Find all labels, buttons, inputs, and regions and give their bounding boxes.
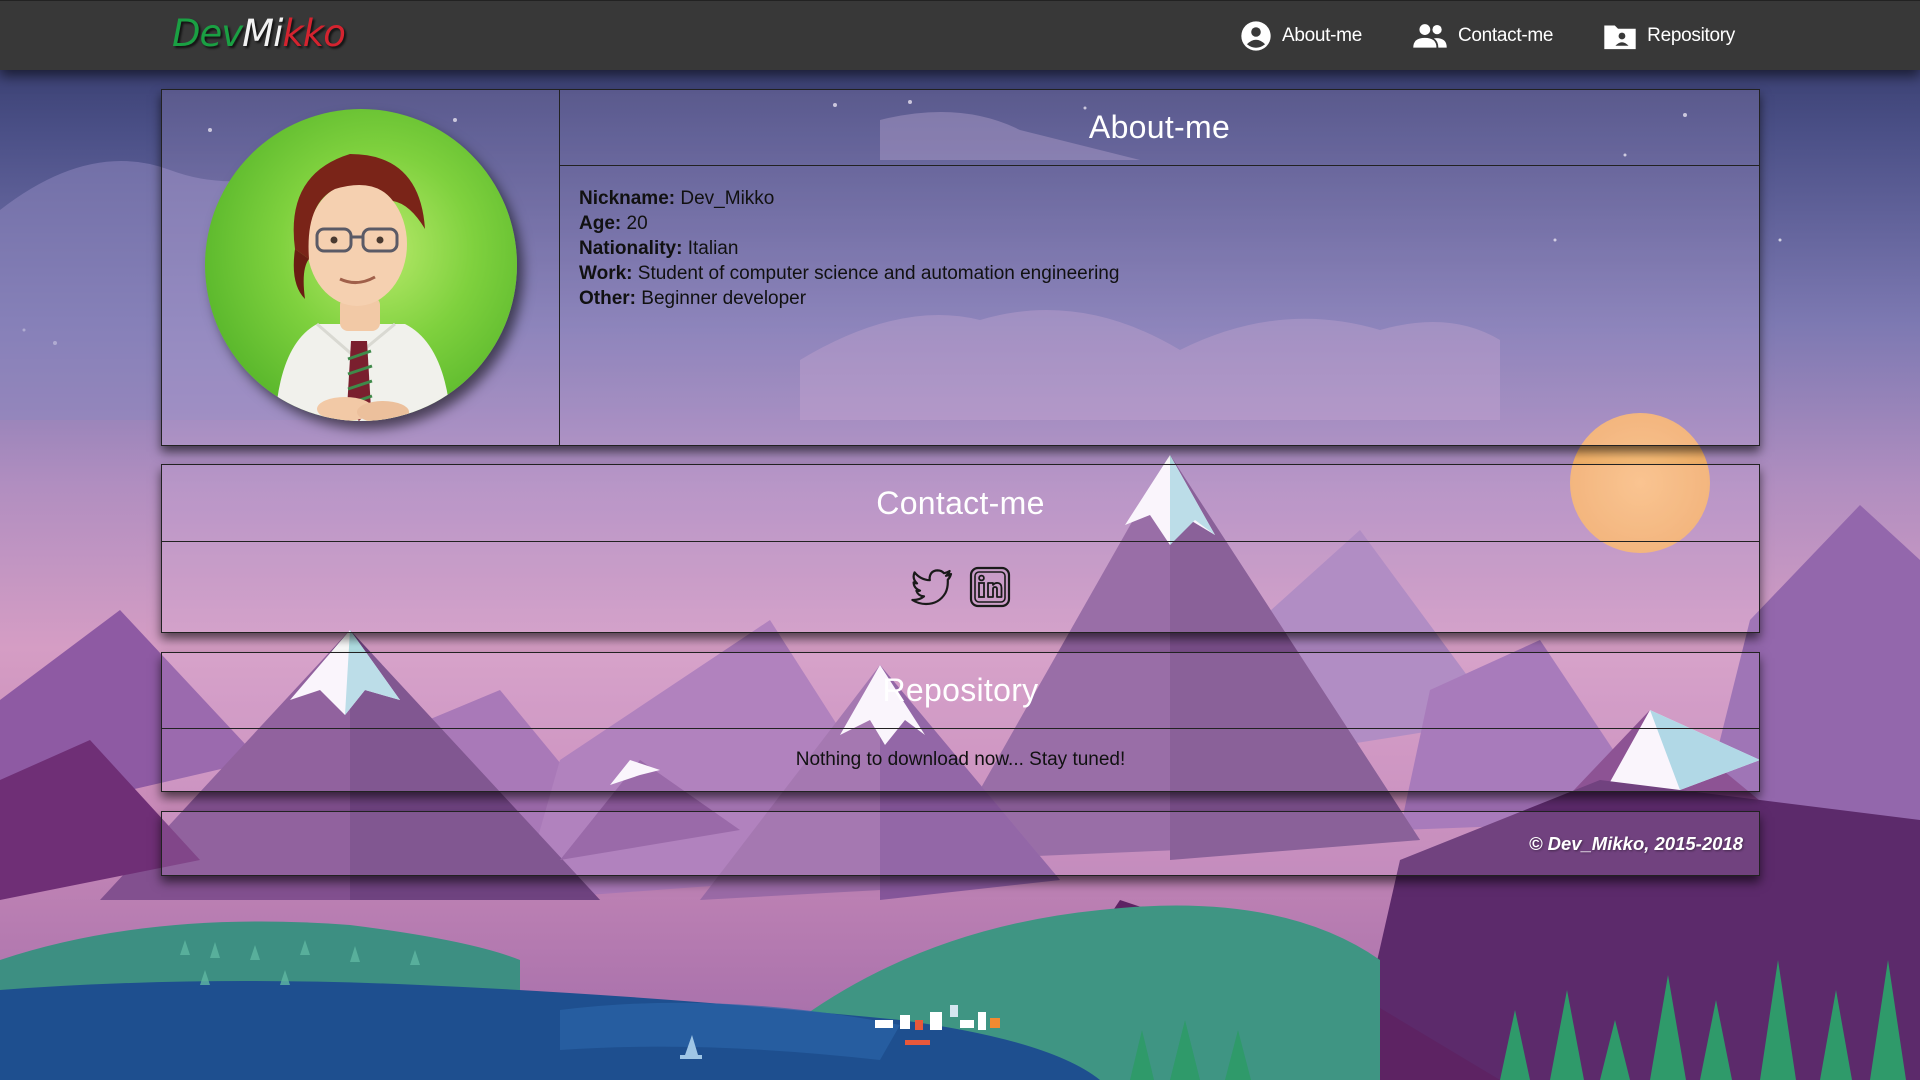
nav-item-repository[interactable]: Repository	[1603, 21, 1735, 51]
repository-message: Nothing to download now... Stay tuned!	[795, 749, 1126, 770]
info-value: Italian	[687, 238, 739, 259]
info-value: Beginner developer	[641, 288, 807, 309]
brand-logo-part-dev: Dev	[172, 12, 243, 55]
nav-links: About-me Contact-me Repository	[1240, 1, 1735, 70]
info-row-nickname: Nickname: Dev_Mikko	[579, 186, 1759, 211]
info-row-work: Work: Student of computer science and au…	[579, 261, 1759, 286]
repository-panel: Repository Nothing to download now... St…	[161, 652, 1760, 792]
footer-panel: © Dev_Mikko, 2015-2018	[161, 811, 1760, 876]
info-key: Nickname:	[579, 188, 676, 209]
brand-logo-part-kko: kko	[282, 12, 345, 55]
copyright-text: © Dev_Mikko, 2015-2018	[1528, 833, 1743, 854]
twitter-icon	[910, 569, 952, 606]
info-key: Nationality:	[579, 238, 683, 259]
account-circle-icon	[1241, 20, 1271, 51]
twitter-link[interactable]	[910, 565, 954, 609]
info-key: Age:	[579, 213, 622, 234]
avatar-column	[162, 90, 560, 445]
nav-item-repository-label: Repository	[1647, 24, 1735, 46]
brand-logo-part-mi: Mi	[242, 12, 283, 55]
linkedin-link[interactable]	[968, 565, 1012, 609]
about-content: About-me Nickname: Dev_Mikko Age: 20 Nat…	[560, 90, 1759, 445]
info-row-nationality: Nationality: Italian	[579, 236, 1759, 261]
nav-item-contact-me-label: Contact-me	[1457, 24, 1554, 46]
contact-me-title: Contact-me	[876, 485, 1045, 521]
repository-title: Repository	[882, 672, 1039, 708]
nav-item-about-me-label: About-me	[1281, 24, 1362, 46]
nav-item-contact-me[interactable]: Contact-me	[1412, 20, 1553, 52]
info-row-other: Other: Beginner developer	[579, 286, 1759, 311]
info-key: Work:	[579, 263, 633, 284]
social-links	[162, 542, 1759, 609]
brand-logo[interactable]: DevMikko	[172, 11, 346, 57]
info-value: 20	[626, 213, 648, 234]
linkedin-icon	[969, 566, 1010, 608]
avatar	[205, 109, 517, 421]
info-value: Student of computer science and automati…	[637, 263, 1120, 284]
info-key: Other:	[579, 288, 636, 309]
about-me-title: About-me	[1088, 109, 1231, 145]
contact-me-panel: Contact-me	[161, 464, 1760, 633]
info-value: Dev_Mikko	[680, 188, 775, 209]
people-icon	[1413, 23, 1447, 48]
about-info: Nickname: Dev_Mikko Age: 20 Nationality:…	[560, 166, 1759, 311]
folder-user-icon	[1604, 25, 1636, 49]
avatar-character-icon	[275, 154, 451, 421]
info-row-age: Age: 20	[579, 211, 1759, 236]
about-me-panel: About-me Nickname: Dev_Mikko Age: 20 Nat…	[161, 89, 1760, 446]
top-navbar: DevMikko About-me Contact-me Repository	[0, 0, 1920, 70]
nav-item-about-me[interactable]: About-me	[1240, 20, 1362, 52]
